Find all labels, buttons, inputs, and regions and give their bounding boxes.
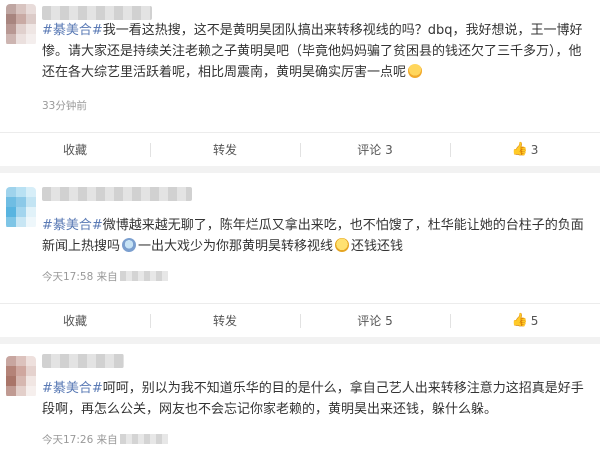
- favorite-button[interactable]: 收藏: [0, 304, 150, 337]
- username-blurred[interactable]: [42, 354, 124, 368]
- timestamp: 今天17:26: [42, 434, 94, 446]
- comment-text: #綦美合#我一看这热搜，这不是黄明昊团队搞出来转移视线的吗？dbq，我好想说，王…: [42, 23, 583, 80]
- laugh-emoji-icon: [408, 64, 423, 78]
- like-button[interactable]: 👍 5: [450, 304, 600, 337]
- source-blurred: [119, 434, 168, 444]
- meh-emoji-icon: [335, 238, 350, 252]
- comment-button[interactable]: 评论 5: [300, 304, 450, 337]
- like-button[interactable]: 👍 3: [450, 133, 600, 166]
- repost-button[interactable]: 转发: [150, 304, 300, 337]
- username-blurred[interactable]: [42, 187, 192, 201]
- timestamp: 33分钟前: [42, 100, 87, 112]
- comment-card-1: #綦美合#我一看这热搜，这不是黄明昊团队搞出来转移视线的吗？dbq，我好想说，王…: [0, 0, 600, 166]
- username-blurred[interactable]: [42, 6, 152, 20]
- avatar[interactable]: [6, 356, 36, 398]
- topic-link[interactable]: #綦美合#: [42, 23, 103, 38]
- comment-button[interactable]: 评论 3: [300, 133, 450, 166]
- repost-button[interactable]: 转发: [150, 133, 300, 166]
- avatar[interactable]: [6, 187, 36, 229]
- topic-link[interactable]: #綦美合#: [42, 218, 103, 233]
- post-meta: 33分钟前: [42, 98, 87, 113]
- post-meta: 今天17:26 来自: [42, 432, 168, 447]
- source-blurred: [119, 271, 168, 281]
- timestamp: 今天17:58: [42, 271, 94, 283]
- favorite-button[interactable]: 收藏: [0, 133, 150, 166]
- shocked-emoji-icon: [122, 238, 137, 252]
- comment-text: #綦美合#微博越来越无聊了，陈年烂瓜又拿出来吃，也不怕馊了，杜华能让她的台柱子的…: [42, 218, 584, 254]
- thumbs-up-icon: 👍: [511, 142, 528, 157]
- action-bar: 收藏 转发 评论 5 👍 5: [0, 303, 600, 337]
- comment-text: #綦美合#呵呵，别以为我不知道乐华的目的是什么，拿自己艺人出来转移注意力这招真是…: [42, 381, 584, 417]
- action-bar: 收藏 转发 评论 3 👍 3: [0, 132, 600, 166]
- comment-card-3: #綦美合#呵呵，别以为我不知道乐华的目的是什么，拿自己艺人出来转移注意力这招真是…: [0, 344, 600, 453]
- thumbs-up-icon: 👍: [511, 313, 528, 328]
- post-meta: 今天17:58 来自: [42, 269, 168, 284]
- avatar[interactable]: [6, 4, 36, 46]
- comment-card-2: #綦美合#微博越来越无聊了，陈年烂瓜又拿出来吃，也不怕馊了，杜华能让她的台柱子的…: [0, 173, 600, 337]
- topic-link[interactable]: #綦美合#: [42, 381, 103, 396]
